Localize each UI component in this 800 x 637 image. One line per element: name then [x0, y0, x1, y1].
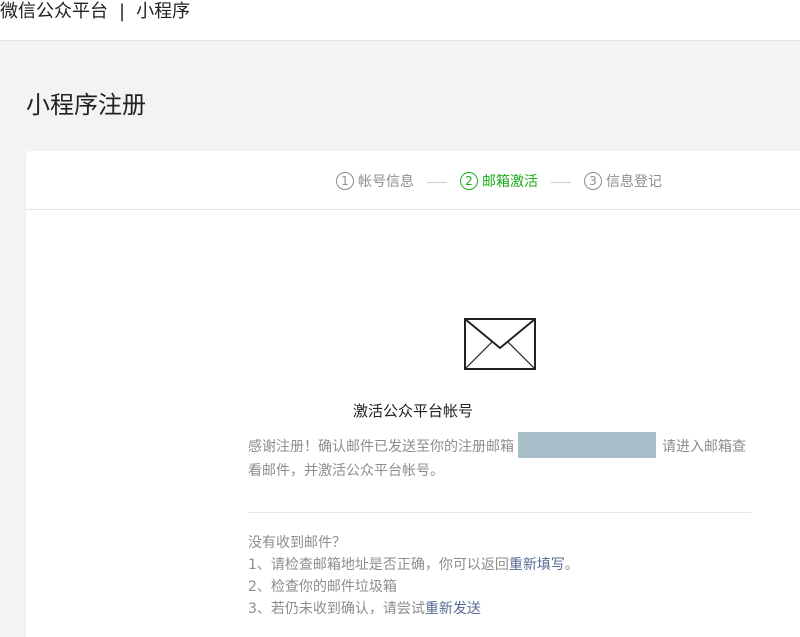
step-connector-2 — [551, 182, 571, 183]
help-item-3: 3、若仍未收到确认，请尝试重新发送 — [248, 598, 751, 620]
help-section: 没有收到邮件？ 1、请检查邮箱地址是否正确，你可以返回重新填写。 2、检查你的邮… — [248, 532, 751, 620]
help-item-1-text: 1、请检查邮箱地址是否正确，你可以返回 — [248, 557, 509, 573]
product-name: 小程序 — [136, 1, 191, 22]
help-item-2: 2、检查你的邮件垃圾箱 — [248, 579, 397, 595]
step-email-activation: 2 邮箱激活 — [460, 172, 538, 192]
step-number-3: 3 — [584, 172, 602, 190]
help-item-3-text: 3、若仍未收到确认，请尝试 — [248, 601, 425, 617]
step-number-2: 2 — [460, 172, 478, 190]
refill-link[interactable]: 重新填写 — [509, 557, 565, 573]
activation-description: 感谢注册！确认邮件已发送至你的注册邮箱 请进入邮箱查看邮件，并激活公众平台帐号。 — [248, 432, 748, 483]
step-info-register: 3 信息登记 — [584, 172, 662, 192]
step-label-1: 帐号信息 — [358, 174, 414, 190]
divider — [248, 512, 751, 513]
brand-name-link[interactable]: 微信公众平台 — [0, 1, 108, 22]
top-bar: 微信公众平台 | 小程序 — [0, 0, 800, 41]
step-label-3: 信息登记 — [606, 174, 662, 190]
step-label-2: 邮箱激活 — [482, 174, 538, 190]
help-item-1: 1、请检查邮箱地址是否正确，你可以返回重新填写。 — [248, 554, 751, 576]
help-item-1-end: 。 — [564, 557, 579, 573]
activation-title: 激活公众平台帐号 — [352, 402, 473, 420]
redacted-email — [518, 432, 656, 458]
step-number-1: 1 — [336, 172, 354, 190]
step-indicator: 1 帐号信息 2 邮箱激活 3 信息登记 — [26, 151, 800, 210]
step-connector-1 — [427, 182, 447, 183]
resend-link[interactable]: 重新发送 — [425, 601, 481, 617]
help-heading: 没有收到邮件？ — [248, 535, 346, 551]
registration-card: 1 帐号信息 2 邮箱激活 3 信息登记 激活公众平台帐号 感谢注册！确认邮件已发送至… — [26, 151, 800, 637]
activation-desc-before: 感谢注册！确认邮件已发送至你的注册邮箱 — [248, 439, 514, 455]
step-account-info: 1 帐号信息 — [336, 172, 414, 192]
envelope-icon — [464, 318, 536, 370]
brand: 微信公众平台 | 小程序 — [0, 0, 190, 24]
brand-separator: | — [119, 1, 126, 22]
page-title: 小程序注册 — [26, 91, 146, 119]
